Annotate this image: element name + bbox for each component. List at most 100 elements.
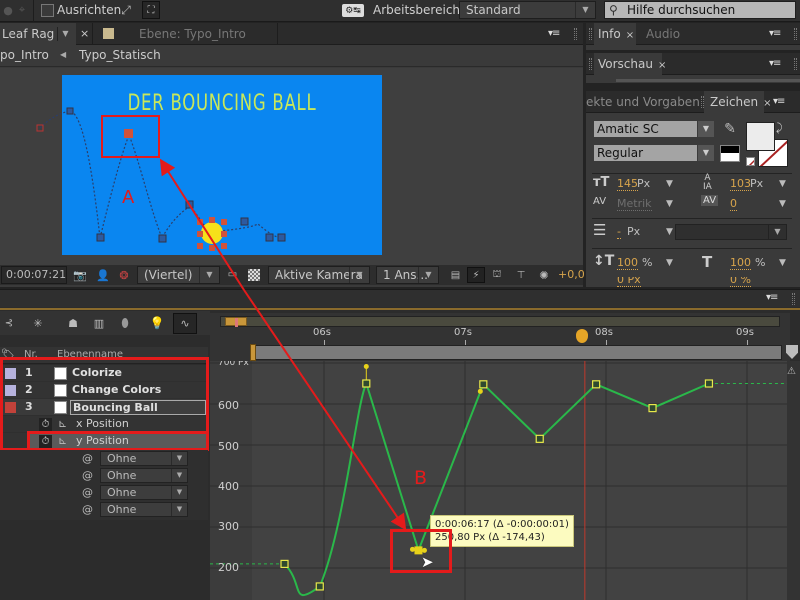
close-tab-icon[interactable]: × bbox=[658, 60, 666, 71]
baseline-shift-value[interactable]: 0 Px bbox=[617, 277, 641, 287]
tab-layer[interactable]: Ebene: Typo_Intro bbox=[92, 23, 278, 45]
snap-icon[interactable]: ⤢ bbox=[118, 2, 134, 18]
close-tab-icon[interactable]: × bbox=[626, 30, 634, 41]
graph-editor-toggle[interactable]: ∿ bbox=[173, 313, 197, 334]
stroke-style-dropdown[interactable]: ▼ bbox=[675, 224, 787, 240]
font-style-dropdown[interactable]: Regular bbox=[594, 145, 697, 161]
help-search-input[interactable]: ⚲ Hilfe durchsuchen bbox=[604, 1, 796, 19]
path-keyframe[interactable] bbox=[185, 200, 194, 209]
fill-color-swatch[interactable] bbox=[746, 122, 775, 151]
playhead-handle[interactable] bbox=[576, 329, 588, 343]
tab-character[interactable]: Zeichen × bbox=[704, 91, 772, 113]
shy-layers-icon[interactable]: ☗ bbox=[64, 315, 82, 331]
resolution-dropdown[interactable]: (Viertel) ▼ bbox=[137, 266, 220, 284]
graph-scroll[interactable]: ⚠ bbox=[787, 361, 800, 600]
tab-audio[interactable]: Audio bbox=[640, 23, 696, 45]
keyframe[interactable] bbox=[592, 380, 601, 389]
brainstorm-icon[interactable]: 💡 bbox=[148, 315, 166, 331]
keyframe[interactable] bbox=[535, 434, 544, 443]
graph-editor[interactable] bbox=[210, 361, 787, 600]
panel-grip[interactable] bbox=[574, 28, 577, 40]
kerning-value[interactable]: Metrik bbox=[617, 197, 652, 211]
show-snapshot-icon[interactable]: 👤 bbox=[96, 267, 110, 283]
panel-grip[interactable] bbox=[792, 293, 795, 305]
panel-grip[interactable] bbox=[589, 58, 592, 70]
vertical-scale-value[interactable]: 100 bbox=[617, 256, 638, 270]
pickwhip-icon[interactable]: @ bbox=[82, 469, 93, 482]
tab-preview[interactable]: Vorschau × bbox=[594, 53, 666, 75]
exposure-reset-icon[interactable]: ✺ bbox=[537, 268, 551, 282]
path-keyframe[interactable] bbox=[277, 233, 286, 242]
chevron-down-icon[interactable]: ▼ bbox=[698, 145, 714, 161]
parent-dropdown[interactable]: Ohne ▼ bbox=[100, 502, 188, 517]
keyframe[interactable] bbox=[479, 380, 488, 389]
graph-type-icon[interactable]: ⚠ bbox=[787, 366, 796, 377]
work-area-start-handle[interactable] bbox=[250, 344, 256, 361]
fast-preview-icon[interactable]: ⚡ bbox=[467, 267, 485, 283]
chevron-down-icon[interactable]: ▼ bbox=[779, 179, 786, 189]
toggle-pixel-aspect-icon[interactable]: ▤ bbox=[449, 268, 462, 282]
chevron-down-icon[interactable]: ▼ bbox=[779, 258, 786, 268]
panel-menu-icon[interactable]: ▾≡ bbox=[773, 96, 785, 107]
chevron-down-icon[interactable]: ▼ bbox=[666, 258, 673, 268]
panel-menu-icon[interactable]: ▾≡ bbox=[769, 28, 781, 39]
views-dropdown[interactable]: 1 Ans... ▼ bbox=[376, 266, 439, 284]
breadcrumb-item[interactable]: po_Intro bbox=[0, 48, 49, 62]
timecode-field[interactable]: 0:00:07:21 bbox=[1, 266, 67, 284]
flowchart-icon[interactable]: ⊤ bbox=[514, 268, 528, 282]
black-white-swatch[interactable] bbox=[720, 145, 740, 162]
camera-dropdown[interactable]: Aktive Kamera ▼ bbox=[268, 266, 370, 284]
chevron-down-icon[interactable]: ▼ bbox=[666, 227, 673, 237]
parent-dropdown[interactable]: Ohne ▼ bbox=[100, 451, 188, 466]
path-keyframe-selected[interactable] bbox=[124, 129, 133, 138]
pickwhip-icon[interactable]: @ bbox=[82, 503, 93, 516]
workspace-dropdown[interactable]: Standard ▼ bbox=[459, 1, 596, 19]
keyframe[interactable] bbox=[362, 379, 371, 388]
tab-info[interactable]: Info × bbox=[594, 23, 636, 45]
eyedropper-icon[interactable]: ✎ bbox=[722, 121, 738, 137]
panel-grip[interactable] bbox=[589, 28, 592, 40]
keyframe[interactable] bbox=[280, 559, 289, 568]
comp-flowchart-icon[interactable]: ⊰ bbox=[2, 316, 16, 330]
mask-view-icon[interactable]: ⛶ bbox=[142, 1, 160, 19]
snap-checkbox[interactable] bbox=[41, 4, 54, 17]
stroke-width-value[interactable]: - bbox=[617, 225, 621, 239]
parent-dropdown[interactable]: Ohne ▼ bbox=[100, 485, 188, 500]
no-fill-icon[interactable] bbox=[746, 157, 755, 166]
parent-dropdown[interactable]: Ohne ▼ bbox=[100, 468, 188, 483]
chevron-down-icon[interactable]: ▼ bbox=[698, 121, 714, 137]
chevron-down-icon[interactable]: ▼ bbox=[779, 199, 786, 209]
keyframe[interactable] bbox=[704, 379, 714, 388]
panel-menu-icon[interactable]: ▾≡ bbox=[769, 58, 781, 69]
pickwhip-icon[interactable]: @ bbox=[82, 486, 93, 499]
path-keyframe[interactable] bbox=[66, 107, 74, 115]
graph-canvas[interactable] bbox=[210, 361, 787, 600]
path-keyframe[interactable] bbox=[158, 234, 167, 243]
preview-scrollbar[interactable] bbox=[616, 79, 800, 82]
breadcrumb-item[interactable]: Typo_Statisch bbox=[79, 48, 161, 62]
transparency-grid-icon[interactable] bbox=[248, 269, 260, 281]
tracking-value[interactable]: 0 bbox=[730, 197, 737, 211]
font-size-value[interactable]: 145 bbox=[617, 177, 638, 191]
comp-dropdown-icon[interactable]: ▼ bbox=[57, 27, 73, 41]
close-tab-icon[interactable]: × bbox=[763, 98, 771, 109]
roi-icon[interactable]: ▭ bbox=[226, 268, 239, 281]
keyframe[interactable] bbox=[315, 582, 324, 591]
panel-menu-icon[interactable]: ▾≡ bbox=[766, 292, 778, 303]
panel-menu-icon[interactable]: ▾≡ bbox=[548, 28, 560, 39]
motion-blur-icon[interactable]: ⬮ bbox=[116, 315, 134, 331]
tab-composition[interactable]: Leaf Rag ▼ bbox=[0, 23, 76, 45]
tool-icon[interactable]: ● bbox=[2, 3, 14, 17]
close-tab-icon[interactable]: × bbox=[80, 23, 89, 45]
timeline-icon[interactable]: ⛫ bbox=[490, 268, 504, 282]
snapshot-icon[interactable]: 📷 bbox=[72, 267, 88, 283]
pickwhip-icon[interactable]: @ bbox=[82, 452, 93, 465]
frame-blending-icon[interactable]: ▥ bbox=[90, 315, 108, 331]
path-keyframe[interactable] bbox=[240, 217, 249, 226]
panel-grip[interactable] bbox=[794, 28, 797, 40]
tsume-value[interactable]: 0 % bbox=[730, 277, 751, 287]
font-family-dropdown[interactable]: Amatic SC bbox=[594, 121, 697, 137]
pin-tool-icon[interactable]: ⌖ bbox=[15, 3, 29, 17]
panel-grip[interactable] bbox=[794, 58, 797, 70]
tab-effects-presets[interactable]: ekte und Vorgaben bbox=[586, 91, 700, 113]
